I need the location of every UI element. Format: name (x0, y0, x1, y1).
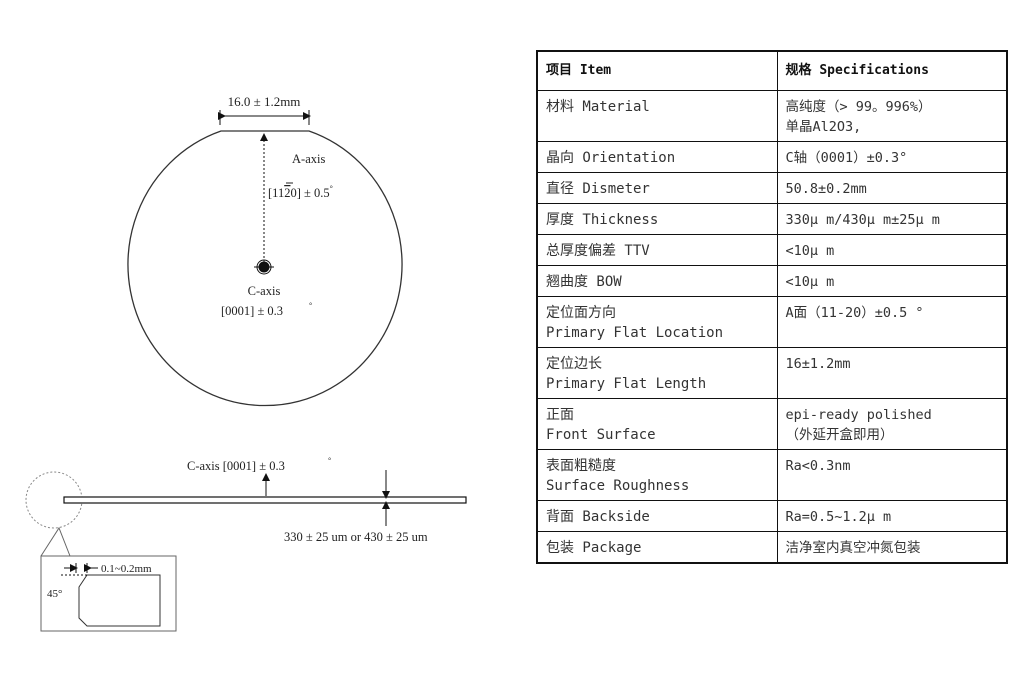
side-c-axis-degree: ° (328, 456, 331, 465)
a-axis-label: A-axis (292, 152, 325, 166)
spec-cell: 50.8±0.2mm (776, 172, 1008, 204)
table-row: 直径 Dismeter 50.8±0.2mm (536, 172, 1008, 204)
table-row: 厚度 Thickness 330μ m/430μ m±25μ m (536, 203, 1008, 235)
spec-cell: epi-ready polished （外延开盒即用） (776, 398, 1008, 450)
table-row: 正面 Front Surface epi-ready polished （外延开盒… (536, 398, 1008, 450)
spec-cell: A面（11-20）±0.5 ° (776, 296, 1008, 348)
table-row: 翘曲度 BOW <10μ m (536, 265, 1008, 297)
spec-cell: <10μ m (776, 234, 1008, 266)
bevel-profile (78, 574, 161, 627)
table-row: 总厚度偏差 TTV <10μ m (536, 234, 1008, 266)
spec-cell: 330μ m/430μ m±25μ m (776, 203, 1008, 235)
header-specifications: 规格 Specifications (776, 50, 1008, 91)
item-cell: 厚度 Thickness (536, 203, 778, 235)
table-row: 表面粗糙度 Surface Roughness Ra<0.3nm (536, 449, 1008, 501)
bevel-angle-label: 45° (47, 588, 62, 600)
table-row: 包装 Package 洁净室内真空冲氮包装 (536, 531, 1008, 564)
table-row: 晶向 Orientation C轴（0001）±0.3° (536, 141, 1008, 173)
edge-detail-callout (40, 526, 71, 557)
spec-cell: 洁净室内真空冲氮包装 (776, 531, 1008, 564)
thickness-label: 330 ± 25 um or 430 ± 25 um (284, 530, 428, 544)
item-cell: 背面 Backside (536, 500, 778, 532)
item-cell: 材料 Material (536, 90, 778, 142)
item-cell: 直径 Dismeter (536, 172, 778, 204)
table-row: 定位面方向 Primary Flat Location A面（11-20）±0.5… (536, 296, 1008, 348)
spec-cell: <10μ m (776, 265, 1008, 297)
header-item: 项目 Item (536, 50, 778, 91)
item-cell: 正面 Front Surface (536, 398, 778, 450)
c-axis-index: [0001] ± 0.3 (221, 304, 283, 318)
table-row: 材料 Material 高纯度（> 99。996%） 单晶Al2O3, (536, 90, 1008, 142)
item-cell: 晶向 Orientation (536, 141, 778, 173)
item-cell: 包装 Package (536, 531, 778, 564)
spec-cell: 16±1.2mm (776, 347, 1008, 399)
bevel-width-label: 0.1~0.2mm (101, 563, 152, 575)
wafer-side-profile (63, 496, 467, 504)
item-cell: 翘曲度 BOW (536, 265, 778, 297)
spec-cell: C轴（0001）±0.3° (776, 141, 1008, 173)
table-body: 材料 Material 高纯度（> 99。996%） 单晶Al2O3, 晶向 Ori… (536, 90, 1008, 564)
spec-cell: Ra=0.5~1.2μ m (776, 500, 1008, 532)
flat-length-label: 16.0 ± 1.2mm (228, 94, 301, 109)
c-axis-label: C-axis (248, 284, 281, 298)
item-cell: 定位面方向 Primary Flat Location (536, 296, 778, 348)
item-cell: 总厚度偏差 TTV (536, 234, 778, 266)
spec-cell: 高纯度（> 99。996%） 单晶Al2O3, (776, 90, 1008, 142)
a-axis-index: [1120] ± 0.5° (268, 184, 333, 200)
specifications-table: 项目 Item 规格 Specifications 材料 Material 高纯度… (536, 50, 1008, 564)
side-c-axis-label: C-axis [0001] ± 0.3 (187, 459, 285, 473)
table-row: 定位边长 Primary Flat Length 16±1.2mm (536, 347, 1008, 399)
wafer-diagram: 16.0 ± 1.2mm A-axis [1120] ± 0.5° C-axis… (25, 94, 467, 632)
table-header-row: 项目 Item 规格 Specifications (536, 50, 1008, 91)
table-row: 背面 Backside Ra=0.5~1.2μ m (536, 500, 1008, 532)
item-cell: 表面粗糙度 Surface Roughness (536, 449, 778, 501)
item-cell: 定位边长 Primary Flat Length (536, 347, 778, 399)
c-axis-degree: ° (309, 301, 312, 310)
spec-cell: Ra<0.3nm (776, 449, 1008, 501)
